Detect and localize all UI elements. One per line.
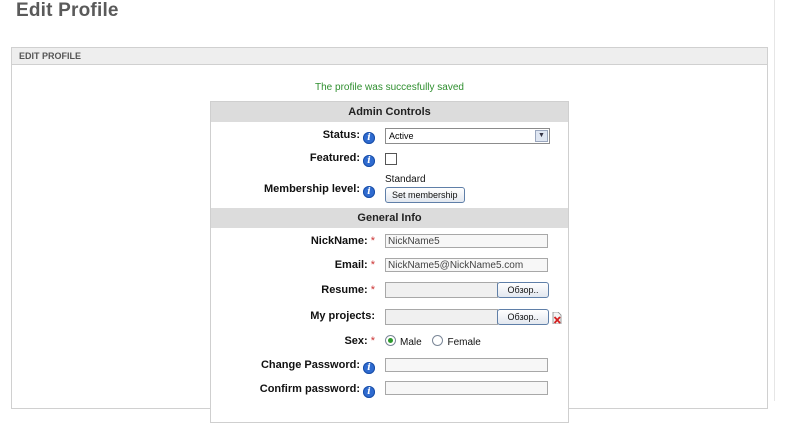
sex-label-row: Sex: *: [211, 333, 375, 349]
required-mark: *: [370, 259, 375, 271]
confirm-password-field[interactable]: [385, 381, 548, 395]
status-label-row: Status: i: [211, 127, 375, 144]
sex-radio-female[interactable]: [432, 335, 444, 346]
profile-form: Admin Controls Status: i Active ▼ Feature…: [210, 101, 569, 423]
sex-radio-male[interactable]: [385, 335, 396, 346]
featured-label: Featured:: [309, 152, 360, 164]
featured-checkbox[interactable]: [385, 153, 397, 165]
nickname-field-wrap: NickName5: [385, 234, 548, 248]
status-label: Status:: [322, 129, 360, 141]
sex-option-female: Female: [447, 337, 481, 348]
change-password-wrap: [385, 358, 548, 372]
resume-label: Resume:: [321, 284, 368, 296]
projects-browse-button[interactable]: Обзор..: [497, 309, 549, 325]
info-icon[interactable]: i: [363, 386, 375, 398]
membership-label: Membership level:: [264, 183, 360, 195]
nickname-field[interactable]: NickName5: [385, 234, 548, 248]
info-icon[interactable]: i: [363, 186, 375, 198]
admin-controls-header: Admin Controls: [211, 102, 568, 122]
edit-profile-panel: EDIT PROFILE The profile was succesfully…: [11, 47, 768, 423]
resume-browse-button[interactable]: Обзор..: [497, 282, 549, 298]
required-mark: *: [370, 335, 375, 347]
sex-radio-group: Male Female: [385, 335, 489, 348]
sex-label: Sex:: [344, 335, 368, 347]
confirm-password-label: Confirm password:: [259, 383, 360, 395]
required-mark: *: [370, 235, 375, 247]
nickname-label: NickName:: [310, 235, 368, 247]
email-label-row: Email: *: [211, 257, 375, 273]
membership-label-row: Membership level: i: [211, 181, 375, 198]
panel-header: EDIT PROFILE: [12, 48, 767, 65]
required-mark: *: [370, 284, 375, 296]
info-icon[interactable]: i: [363, 155, 375, 167]
success-message: The profile was succesfully saved: [315, 82, 464, 93]
info-icon[interactable]: i: [363, 362, 375, 374]
change-password-label: Change Password:: [260, 359, 360, 371]
projects-label-row: My projects:: [211, 308, 375, 324]
resume-label-row: Resume: *: [211, 282, 375, 298]
status-select-value: Active: [389, 131, 414, 141]
chevron-down-icon[interactable]: ▼: [535, 130, 548, 142]
status-select[interactable]: Active ▼: [385, 128, 550, 144]
membership-control: Standard Set membership: [385, 174, 465, 203]
featured-checkbox-wrap: [385, 153, 397, 165]
nickname-label-row: NickName: *: [211, 233, 375, 249]
projects-file-input[interactable]: [385, 309, 498, 325]
set-membership-button[interactable]: Set membership: [385, 187, 465, 203]
featured-label-row: Featured: i: [211, 150, 375, 167]
delete-file-icon[interactable]: [552, 312, 562, 324]
sex-option-male: Male: [400, 337, 422, 348]
membership-value: Standard: [385, 174, 426, 185]
projects-label: My projects:: [310, 310, 375, 322]
page-right-border: [774, 0, 775, 401]
general-info-header: General Info: [211, 208, 568, 228]
resume-file-input[interactable]: [385, 282, 498, 298]
change-password-label-row: Change Password: i: [211, 357, 375, 374]
email-field[interactable]: NickName5@NickName5.com: [385, 258, 548, 272]
page-title: Edit Profile: [16, 0, 119, 21]
change-password-field[interactable]: [385, 358, 548, 372]
email-field-wrap: NickName5@NickName5.com: [385, 258, 548, 272]
confirm-password-wrap: [385, 381, 548, 395]
confirm-password-label-row: Confirm password: i: [211, 381, 375, 398]
info-icon[interactable]: i: [363, 132, 375, 144]
email-label: Email:: [334, 259, 368, 271]
